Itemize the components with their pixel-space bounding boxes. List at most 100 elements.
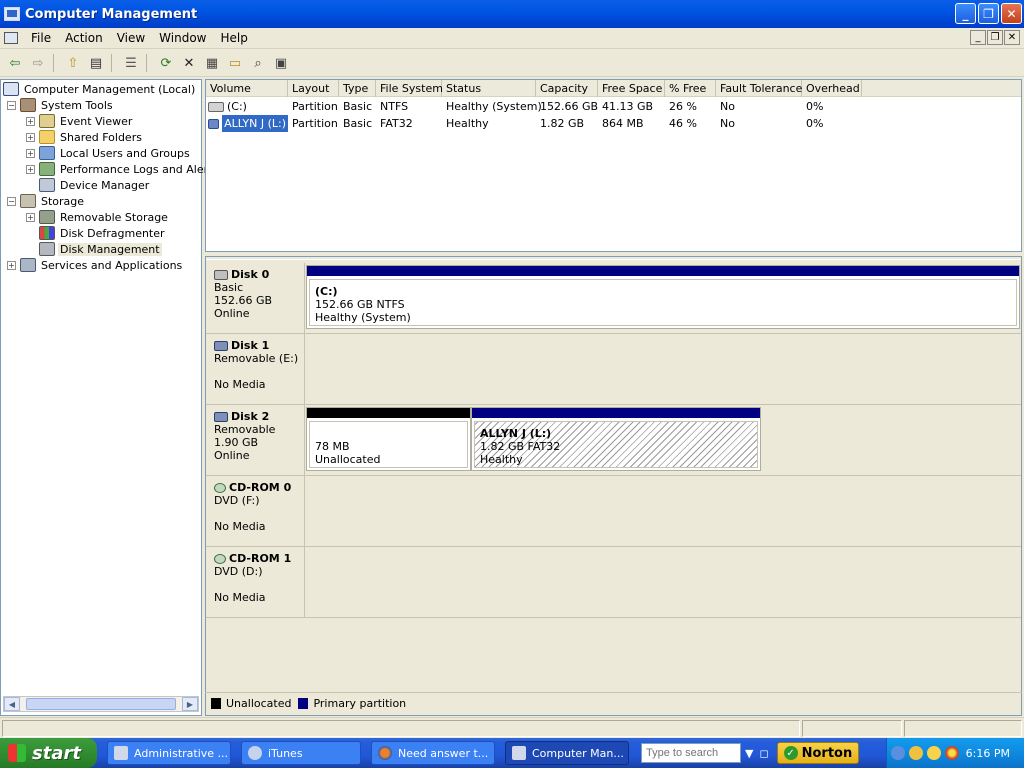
column-status[interactable]: Status (442, 80, 536, 97)
scroll-thumb[interactable] (26, 698, 176, 710)
tree-item-event-viewer[interactable]: + Event Viewer (26, 113, 134, 129)
disk-state: Online (214, 449, 250, 462)
tree-item-performance-logs[interactable]: + Performance Logs and Alerts (26, 161, 220, 177)
tree-item-root[interactable]: Computer Management (Local) (3, 81, 197, 97)
show-hide-tree-icon[interactable]: ▤ (85, 52, 107, 74)
maximize-button[interactable]: ❐ (978, 3, 999, 24)
chevron-down-icon[interactable]: ▼ (745, 747, 753, 760)
menu-file[interactable]: File (24, 31, 58, 45)
start-button[interactable]: start (0, 738, 97, 768)
window-icon[interactable]: ◻ (759, 747, 768, 760)
overhead-cell: 0% (806, 100, 824, 113)
column-percent-free[interactable]: % Free (665, 80, 716, 97)
disk-label[interactable]: CD-ROM 0 DVD (F:) No Media (206, 476, 305, 546)
partition-c[interactable]: (C:) 152.66 GB NTFS Healthy (System) (306, 265, 1020, 329)
system-tray: 6:16 PM (886, 738, 1024, 768)
tree-item-storage[interactable]: − Storage (7, 193, 86, 209)
layout-cell: Partition (292, 100, 338, 113)
table-row[interactable]: (C:) Partition Basic NTFS Healthy (Syste… (206, 98, 1021, 115)
tree-item-device-manager[interactable]: Device Manager (39, 177, 151, 193)
disk-label[interactable]: Disk 0 Basic 152.66 GB Online (206, 263, 305, 333)
menu-view[interactable]: View (110, 31, 152, 45)
console-tree[interactable]: Computer Management (Local) − System Too… (0, 79, 218, 716)
forward-arrow-icon[interactable]: ⇨ (27, 52, 49, 74)
mdi-restore-button[interactable]: ❐ (987, 30, 1003, 45)
tree-item-services[interactable]: + Services and Applications (7, 257, 184, 273)
disk-label[interactable]: Disk 1 Removable (E:) No Media (206, 334, 305, 404)
mdi-minimize-button[interactable]: _ (970, 30, 986, 45)
menu-help[interactable]: Help (214, 31, 255, 45)
expand-icon[interactable]: + (26, 212, 35, 222)
column-type[interactable]: Type (339, 80, 376, 97)
refresh-icon[interactable]: ⟳ (155, 52, 177, 74)
expand-icon[interactable]: + (26, 132, 35, 142)
column-capacity[interactable]: Capacity (536, 80, 598, 97)
close-button[interactable]: ✕ (1001, 3, 1022, 24)
checkmark-icon: ✓ (783, 746, 798, 760)
properties-sheet-icon[interactable]: ▦ (201, 52, 223, 74)
expand-icon[interactable]: + (26, 148, 35, 158)
tree-item-disk-management[interactable]: Disk Management (39, 241, 162, 257)
properties-icon[interactable]: ☰ (120, 52, 142, 74)
search-icon[interactable]: ⌕ (247, 52, 269, 74)
disk-label[interactable]: CD-ROM 1 DVD (D:) No Media (206, 547, 305, 617)
tree-item-local-users[interactable]: + Local Users and Groups (26, 145, 192, 161)
tree-item-disk-defragmenter[interactable]: Disk Defragmenter (39, 225, 167, 241)
collapse-icon[interactable]: − (7, 100, 16, 110)
scroll-left-icon[interactable]: ◀ (4, 697, 20, 711)
back-arrow-icon[interactable]: ⇦ (4, 52, 26, 74)
tree-item-removable-storage[interactable]: + Removable Storage (26, 209, 170, 225)
tray-messenger-icon[interactable] (927, 746, 941, 760)
services-icon (20, 258, 36, 272)
taskbar-item-itunes[interactable]: iTunes (241, 741, 361, 765)
status-cell: Healthy (446, 117, 489, 130)
collapse-icon[interactable]: − (7, 196, 16, 206)
menu-window[interactable]: Window (152, 31, 213, 45)
start-label: start (32, 742, 81, 764)
column-file-system[interactable]: File System (376, 80, 443, 97)
volume-name: (C:) (227, 100, 247, 113)
expand-icon[interactable]: + (26, 164, 35, 174)
table-row[interactable]: ALLYN J (L:) Partition Basic FAT32 Healt… (206, 115, 1021, 132)
disk-size: 1.90 GB (214, 436, 259, 449)
scroll-right-icon[interactable]: ▶ (182, 697, 198, 711)
unallocated-space[interactable]: 78 MB Unallocated (306, 407, 471, 471)
tree-item-label: Disk Management (58, 242, 162, 256)
column-overhead[interactable]: Overhead (802, 80, 862, 97)
device-manager-icon (39, 178, 55, 192)
taskbar-item-firefox[interactable]: Need answer t... (371, 741, 495, 765)
disk-type: Removable (E:) (214, 352, 299, 365)
taskbar-item-administrative[interactable]: Administrative ... (107, 741, 231, 765)
help-icon[interactable]: ▣ (270, 52, 292, 74)
disk-label[interactable]: Disk 2 Removable 1.90 GB Online (206, 405, 305, 475)
up-folder-icon[interactable]: ⇧ (62, 52, 84, 74)
status-segment (802, 720, 902, 737)
tray-expand-icon[interactable] (891, 746, 905, 760)
menu-action[interactable]: Action (58, 31, 110, 45)
disk-row: CD-ROM 1 DVD (D:) No Media (206, 547, 1021, 618)
open-folder-icon[interactable]: ▭ (224, 52, 246, 74)
minimize-button[interactable]: _ (955, 3, 976, 24)
norton-button[interactable]: ✓ Norton (776, 742, 860, 764)
tray-network-icon[interactable] (909, 746, 923, 760)
column-free-space[interactable]: Free Space (598, 80, 665, 97)
column-volume[interactable]: Volume (206, 80, 288, 97)
tree-item-shared-folders[interactable]: + Shared Folders (26, 129, 144, 145)
search-input[interactable] (641, 743, 741, 763)
tree-item-system-tools[interactable]: − System Tools (7, 97, 115, 113)
title-bar: Computer Management _ ❐ ✕ (0, 0, 1024, 28)
tree-horizontal-scrollbar[interactable]: ◀ ▶ (3, 696, 199, 712)
tray-chrome-icon[interactable] (945, 746, 959, 760)
taskbar-item-computer-management[interactable]: Computer Man... (505, 741, 629, 765)
volume-cell: (C:) (206, 98, 288, 115)
splitter[interactable] (206, 257, 1021, 260)
clock[interactable]: 6:16 PM (966, 747, 1010, 760)
partition-l[interactable]: ALLYN J (L:) 1.82 GB FAT32 Healthy (471, 407, 761, 471)
system-menu-icon[interactable] (4, 32, 18, 44)
column-fault-tolerance[interactable]: Fault Tolerance (716, 80, 802, 97)
expand-icon[interactable]: + (7, 260, 16, 270)
expand-icon[interactable]: + (26, 116, 35, 126)
delete-icon[interactable]: ✕ (178, 52, 200, 74)
mdi-close-button[interactable]: ✕ (1004, 30, 1020, 45)
column-layout[interactable]: Layout (288, 80, 339, 97)
